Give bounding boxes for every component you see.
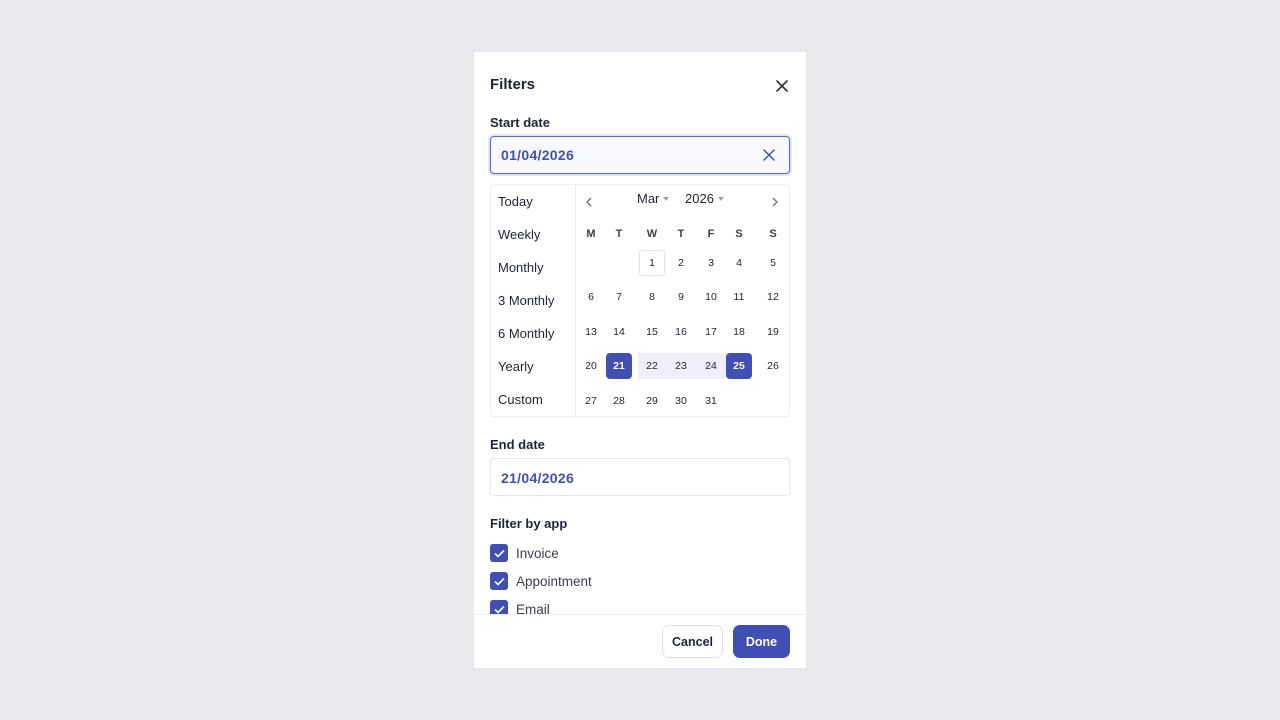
weekday-header: W — [646, 228, 658, 240]
calendar-day[interactable]: 9 — [668, 284, 694, 310]
calendar-day[interactable]: 14 — [606, 319, 632, 345]
calendar-day[interactable]: 3 — [698, 250, 724, 276]
preset-list: Today Weekly Monthly 3 Monthly 6 Monthly… — [491, 185, 576, 416]
calendar-day[interactable]: 11 — [726, 284, 752, 310]
calendar-day[interactable]: 19 — [760, 319, 786, 345]
weekday-header: S — [735, 228, 743, 240]
preset-3-monthly[interactable]: 3 Monthly — [498, 293, 554, 308]
filter-option-invoice[interactable]: Invoice — [490, 544, 559, 562]
preset-weekly[interactable]: Weekly — [498, 227, 540, 242]
year-select[interactable]: 2026 — [685, 191, 724, 206]
calendar-day[interactable]: 10 — [698, 284, 724, 310]
caret-down-icon — [717, 197, 724, 201]
preset-today[interactable]: Today — [498, 194, 533, 209]
calendar-day[interactable]: 18 — [726, 319, 752, 345]
weekday-header: F — [707, 228, 715, 240]
calendar-day[interactable]: 27 — [578, 388, 604, 414]
done-button[interactable]: Done — [733, 625, 790, 658]
dialog-footer: Cancel Done — [474, 614, 806, 668]
caret-down-icon — [663, 197, 670, 201]
start-date-input[interactable]: 01/04/2026 — [490, 136, 790, 174]
calendar-day[interactable]: 25 — [726, 353, 752, 379]
end-date-value: 21/04/2026 — [501, 470, 575, 486]
dialog-title: Filters — [490, 76, 536, 93]
filters-dialog: Filters Start date 01/04/2026 Today Week… — [474, 52, 806, 668]
end-date-label: End date — [490, 437, 545, 452]
calendar-day[interactable]: 31 — [698, 388, 724, 414]
calendar-day[interactable]: 2 — [668, 250, 694, 276]
close-icon — [776, 80, 788, 92]
calendar-day[interactable]: 30 — [668, 388, 694, 414]
chevron-right-icon — [772, 197, 778, 207]
checkmark-icon — [493, 577, 505, 586]
close-icon — [763, 149, 775, 161]
weekday-header: T — [615, 228, 623, 240]
cancel-button[interactable]: Cancel — [662, 625, 723, 658]
calendar-day[interactable]: 20 — [578, 353, 604, 379]
calendar-day[interactable]: 21 — [606, 353, 632, 379]
checkmark-icon — [493, 605, 505, 614]
calendar-day[interactable]: 7 — [606, 284, 632, 310]
calendar-day[interactable]: 23 — [668, 353, 694, 379]
next-month-button[interactable] — [766, 193, 784, 211]
checkbox[interactable] — [490, 544, 508, 562]
filter-option-appointment[interactable]: Appointment — [490, 572, 592, 590]
preset-monthly[interactable]: Monthly — [498, 260, 544, 275]
start-date-label: Start date — [490, 115, 550, 130]
calendar-day[interactable]: 5 — [760, 250, 786, 276]
calendar-day[interactable]: 24 — [698, 353, 724, 379]
filter-option-label: Appointment — [516, 573, 592, 589]
chevron-left-icon — [586, 197, 592, 207]
date-picker: Today Weekly Monthly 3 Monthly 6 Monthly… — [490, 184, 790, 417]
month-value: Mar — [637, 191, 660, 206]
calendar-day[interactable]: 16 — [668, 319, 694, 345]
calendar-day[interactable]: 4 — [726, 250, 752, 276]
preset-6-monthly[interactable]: 6 Monthly — [498, 326, 554, 341]
calendar-day[interactable]: 22 — [639, 353, 665, 379]
month-select[interactable]: Mar — [637, 191, 670, 206]
calendar-day[interactable]: 15 — [639, 319, 665, 345]
filter-option-label: Invoice — [516, 545, 559, 561]
preset-custom[interactable]: Custom — [498, 392, 543, 407]
calendar-day[interactable]: 28 — [606, 388, 632, 414]
clear-start-date-button[interactable] — [761, 147, 777, 163]
calendar-day[interactable]: 26 — [760, 353, 786, 379]
weekday-header: M — [586, 228, 596, 240]
calendar-day[interactable]: 8 — [639, 284, 665, 310]
filter-by-app-label: Filter by app — [490, 516, 568, 531]
calendar-day[interactable]: 29 — [639, 388, 665, 414]
checkbox[interactable] — [490, 572, 508, 590]
start-date-value: 01/04/2026 — [501, 147, 575, 163]
calendar-day[interactable]: 17 — [698, 319, 724, 345]
year-value: 2026 — [685, 191, 714, 206]
checkmark-icon — [493, 549, 505, 558]
calendar-day[interactable]: 13 — [578, 319, 604, 345]
end-date-input[interactable]: 21/04/2026 — [490, 458, 790, 496]
close-button[interactable] — [772, 76, 792, 96]
calendar-day[interactable]: 12 — [760, 284, 786, 310]
calendar-day[interactable]: 1 — [639, 250, 665, 276]
weekday-header: T — [677, 228, 685, 240]
prev-month-button[interactable] — [580, 193, 598, 211]
preset-yearly[interactable]: Yearly — [498, 359, 534, 374]
weekday-header: S — [769, 228, 777, 240]
calendar-day[interactable]: 6 — [578, 284, 604, 310]
